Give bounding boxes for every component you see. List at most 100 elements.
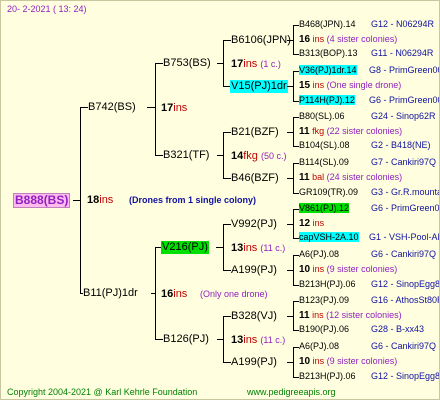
tree-line: [293, 193, 299, 194]
ancestor-row[interactable]: B80(SL).06 G24 - Sinop62R: [299, 111, 436, 122]
l2-ins-d: 13ins (11 c.): [231, 334, 286, 346]
ancestor-row[interactable]: capVSH-2A.10 G1 - VSH-Pool-AR: [299, 232, 439, 243]
ancestor-source: G24 - Sinop62R: [371, 111, 436, 121]
tree-line: [155, 63, 156, 155]
ancestor-row[interactable]: A6(PJ).08 G6 - Cankiri97Q: [299, 249, 436, 260]
l2-queen-d[interactable]: B126(PJ): [163, 333, 209, 346]
ancestor-source: G8 - PrimGreen00: [369, 65, 440, 75]
ancestor-source: G1 - VSH-Pool-AR: [369, 232, 440, 242]
ancestor-row[interactable]: P114H(PJ).12 G6 - PrimGreen00: [299, 95, 439, 106]
l1-queen-a[interactable]: B742(BS): [88, 101, 136, 114]
ancestor-source: G6 - PrimGreen00: [371, 203, 440, 213]
ins-note: (12 sister colonies): [326, 310, 402, 320]
ancestor-row[interactable]: B313(BOP).13 G11 - N06294R: [299, 48, 433, 59]
ancestor-source: G28 - B-xx43: [371, 324, 425, 334]
ancestor-name[interactable]: B114(SL).09: [299, 157, 349, 167]
tree-line: [223, 316, 231, 317]
l1-note-b: (Only one drone): [200, 289, 268, 299]
ancestor-name[interactable]: B104(SL).08: [299, 140, 350, 150]
ancestor-name[interactable]: B123(PJ).09: [299, 295, 349, 305]
root-queen[interactable]: B888(BS): [13, 193, 71, 208]
ins-count: 16: [299, 34, 311, 45]
ancestor-source: G7 - Cankiri97Q: [371, 157, 437, 167]
tree-line: [155, 63, 163, 64]
ancestor-name[interactable]: B213H(PJ).06: [299, 279, 356, 289]
tree-line: [223, 132, 231, 133]
tree-line: [287, 362, 293, 363]
ins-summary-row: 11 fkg (22 sister colonies): [299, 126, 402, 137]
ancestor-name[interactable]: P114H(PJ).12: [299, 95, 355, 105]
ancestor-name[interactable]: A6(PJ).08: [299, 249, 339, 259]
l2-queen-b[interactable]: B321(TF): [163, 149, 209, 162]
tree-line: [293, 209, 294, 238]
site-link[interactable]: www.pedigreeapis.org: [247, 387, 336, 398]
ancestor-name[interactable]: V36(PJ)1dr.14: [299, 65, 357, 75]
ancestor-row[interactable]: B190(PJ).06 G28 - B-xx43: [299, 324, 424, 335]
l3-queen[interactable]: B328(VJ): [231, 310, 277, 323]
l3-queen[interactable]: V15(PJ)1dr: [230, 80, 288, 93]
ancestor-row[interactable]: B104(SL).08 G2 - B418(NE): [299, 140, 431, 151]
ins-note: (4 sister colonies): [326, 34, 398, 44]
ancestor-name[interactable]: B80(SL).06: [299, 111, 345, 121]
tree-line: [293, 25, 299, 26]
tree-line: [293, 347, 294, 377]
tree-line: [293, 255, 294, 285]
tree-line: [147, 107, 155, 108]
ancestor-name[interactable]: GR109(TR).09: [299, 187, 358, 197]
ancestor-name[interactable]: B213H(PJ).06: [299, 371, 356, 381]
date-header: 20- 2-2021 ( 13: 24): [7, 4, 87, 14]
l2-ins-c: 13ins (11 c.): [231, 242, 286, 254]
ancestor-name[interactable]: A6(PJ).08: [299, 341, 339, 351]
l3-queen[interactable]: V992(PJ): [231, 218, 277, 231]
ins-label: ins: [312, 34, 325, 44]
tree-line: [293, 347, 299, 348]
l3-queen[interactable]: B6106(JPN): [231, 34, 291, 47]
copyright: Copyright 2004-2021 @ Karl Kehrle Founda…: [7, 387, 198, 397]
ancestor-row[interactable]: B468(JPN).14 G12 - N06294R: [299, 19, 434, 30]
ancestor-row[interactable]: B213H(PJ).06 G12 - SinopEgg86R: [299, 279, 439, 290]
ancestor-source: G16 - AthosSt80R: [371, 295, 440, 305]
ancestor-source: G6 - Cankiri97Q: [371, 249, 437, 259]
tree-line: [223, 270, 231, 271]
ancestor-row[interactable]: GR109(TR).09 G3 - Gr.R.mounta: [299, 187, 439, 198]
tree-line: [155, 247, 161, 248]
ancestor-source: G12 - SinopEgg86R: [371, 279, 440, 289]
l3-queen[interactable]: A199(PJ): [231, 264, 277, 277]
tree-line: [155, 155, 163, 156]
ancestor-name[interactable]: B190(PJ).06: [299, 324, 349, 334]
ancestor-name[interactable]: B313(BOP).13: [299, 48, 358, 58]
ancestor-row[interactable]: B213H(PJ).06 G12 - SinopEgg86R: [299, 371, 439, 382]
ins-label: bal: [312, 172, 325, 182]
l2-queen-a[interactable]: B753(BS): [163, 57, 211, 70]
ancestor-row[interactable]: B114(SL).09 G7 - Cankiri97Q: [299, 157, 436, 168]
tree-line: [293, 163, 299, 164]
l1-ins-a: 17ins: [161, 102, 188, 114]
tree-line: [293, 146, 299, 147]
ancestor-row[interactable]: V36(PJ)1dr.14 G8 - PrimGreen00: [299, 65, 439, 76]
ancestor-row[interactable]: V861(PJ).12 G6 - PrimGreen00: [299, 203, 439, 214]
l3-queen[interactable]: B46(BZF): [231, 172, 279, 185]
ins-label: ins: [312, 264, 325, 274]
ancestor-row[interactable]: A6(PJ).08 G6 - Cankiri97Q: [299, 341, 436, 352]
l1-queen-b[interactable]: B11(PJ)1dr: [83, 287, 138, 300]
ins-label: fkg: [312, 126, 325, 136]
ancestor-name[interactable]: capVSH-2A.10: [299, 232, 359, 242]
ancestor-row[interactable]: B123(PJ).09 G16 - AthosSt80R: [299, 295, 439, 306]
l2-queen-c[interactable]: V216(PJ): [161, 241, 209, 254]
tree-line: [287, 270, 293, 271]
ancestor-source: G6 - PrimGreen00: [369, 95, 440, 105]
tree-line: [287, 40, 293, 41]
ancestor-name[interactable]: V861(PJ).12: [299, 203, 350, 213]
l3-queen[interactable]: B21(BZF): [231, 126, 279, 139]
ins-count: 10: [299, 356, 311, 367]
tree-line: [151, 293, 155, 294]
tree-line: [293, 54, 299, 55]
ins-label: ins: [312, 218, 325, 228]
ins-label: ins: [312, 80, 325, 90]
root-ins-count: 18ins: [87, 194, 114, 206]
ancestor-name[interactable]: B468(JPN).14: [299, 19, 356, 29]
l3-queen[interactable]: A199(PJ): [231, 356, 277, 369]
tree-line: [287, 86, 293, 87]
tree-line: [293, 71, 299, 72]
ancestor-source: G6 - Cankiri97Q: [371, 341, 437, 351]
